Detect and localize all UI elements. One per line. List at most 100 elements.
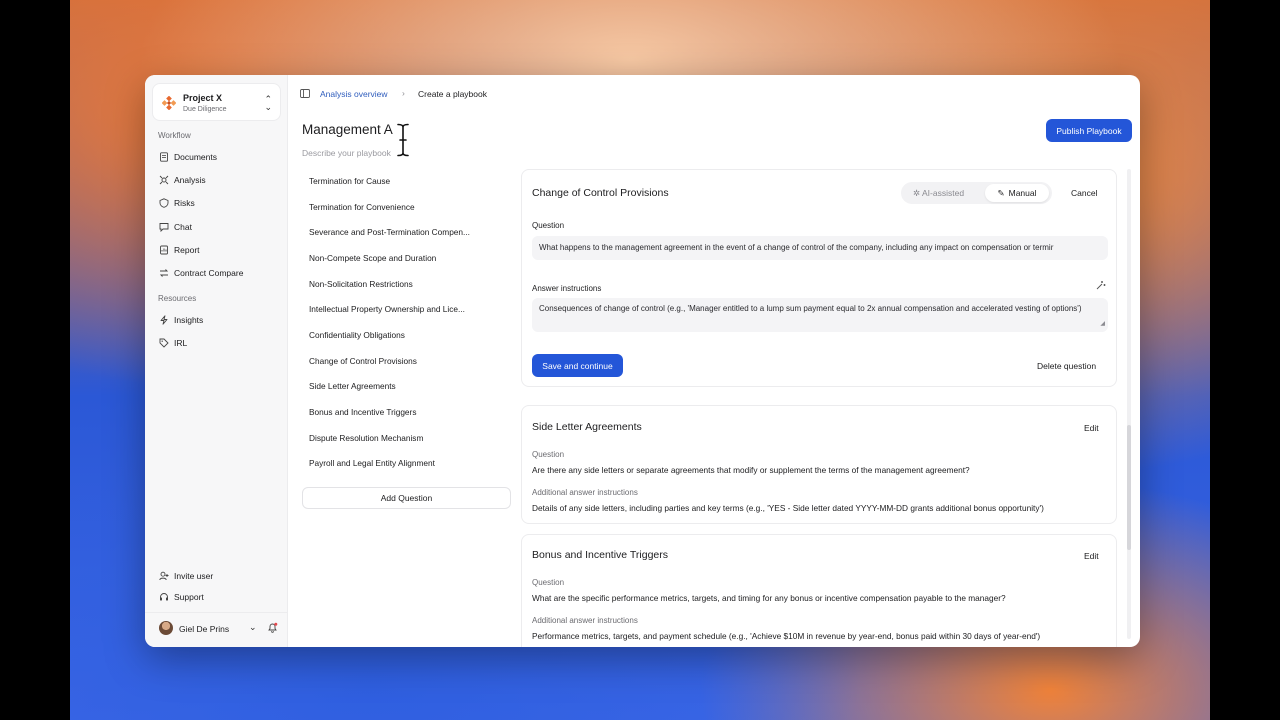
sidebar-toggle-icon[interactable]: [300, 89, 310, 98]
resources-section-label: Resources: [158, 294, 197, 303]
user-menu[interactable]: Giel De Prins ⌄: [153, 618, 280, 638]
card-instructions-label: Additional answer instructions: [532, 616, 638, 625]
edit-button[interactable]: Edit: [1084, 551, 1099, 561]
avatar: [159, 621, 173, 635]
question-list-item[interactable]: Non-Solicitation Restrictions: [302, 271, 512, 297]
mode-manual[interactable]: ✎ Manual: [985, 184, 1049, 202]
text-cursor-icon: [396, 123, 410, 157]
answer-instructions-text: Consequences of change of control (e.g.,…: [539, 304, 1082, 313]
question-list-item[interactable]: Payroll and Legal Entity Alignment: [302, 451, 512, 477]
analysis-icon: [159, 175, 169, 185]
user-name: Giel De Prins: [179, 624, 230, 634]
workflow-section-label: Workflow: [158, 131, 191, 140]
invite-user-icon: [159, 571, 169, 581]
project-name: Project X: [183, 93, 223, 103]
card-instructions-text: Performance metrics, targets, and paymen…: [532, 631, 1041, 641]
question-list-item[interactable]: Side Letter Agreements: [302, 374, 512, 400]
question-list-item[interactable]: Confidentiality Obligations: [302, 322, 512, 348]
edit-button[interactable]: Edit: [1084, 423, 1099, 433]
sidebar: Project X Due Diligence ⌃ ⌄ Workflow Docu…: [145, 75, 288, 647]
tag-icon: [159, 338, 169, 348]
resize-handle-icon[interactable]: ◢: [1100, 319, 1105, 330]
document-icon: [160, 152, 168, 162]
pencil-icon: ✎: [997, 187, 1005, 198]
card-instructions-label: Additional answer instructions: [532, 488, 638, 497]
delete-question-button[interactable]: Delete question: [1037, 361, 1096, 371]
chevron-up-down-icon: ⌃ ⌄: [264, 94, 272, 112]
sidebar-item-label: Contract Compare: [174, 268, 244, 278]
invite-user-label: Invite user: [174, 571, 214, 581]
card-question-text: Are there any side letters or separate a…: [532, 465, 970, 475]
add-question-button[interactable]: Add Question: [302, 487, 511, 509]
question-label: Question: [532, 221, 565, 230]
sidebar-item-documents[interactable]: Documents: [153, 147, 280, 167]
editor-title: Change of Control Provisions: [532, 187, 669, 199]
question-list-item[interactable]: Dispute Resolution Mechanism: [302, 425, 512, 451]
breadcrumb-analysis-overview[interactable]: Analysis overview: [320, 89, 388, 99]
card-title: Bonus and Incentive Triggers: [532, 549, 668, 561]
sidebar-item-label: IRL: [174, 338, 188, 348]
playbook-description-input[interactable]: Describe your playbook: [302, 148, 391, 158]
invite-user-button[interactable]: Invite user: [153, 566, 280, 586]
sidebar-item-label: Analysis: [174, 175, 206, 185]
sidebar-item-contract-compare[interactable]: Contract Compare: [153, 263, 280, 283]
question-list-item[interactable]: Termination for Convenience: [302, 194, 512, 220]
mode-toggle: ✲ AI-assisted ✎ Manual: [901, 182, 1052, 204]
sidebar-item-insights[interactable]: Insights: [153, 310, 280, 330]
sidebar-item-label: Chat: [174, 222, 192, 232]
question-list-item[interactable]: Intellectual Property Ownership and Lice…: [302, 296, 512, 322]
sidebar-item-report[interactable]: Report: [153, 240, 280, 260]
sidebar-item-analysis[interactable]: Analysis: [153, 170, 280, 190]
sidebar-item-label: Insights: [174, 315, 204, 325]
question-list-item[interactable]: Severance and Post-Termination Compen...: [302, 219, 512, 245]
risk-icon: [159, 198, 169, 208]
question-list-item[interactable]: Change of Control Provisions: [302, 348, 512, 374]
breadcrumb-current: Create a playbook: [418, 89, 487, 99]
sidebar-item-irl[interactable]: IRL: [153, 333, 280, 353]
question-cards: Change of Control Provisions ✲ AI-assist…: [521, 169, 1118, 647]
cancel-button[interactable]: Cancel: [1071, 188, 1097, 198]
card-title: Side Letter Agreements: [532, 421, 642, 433]
chat-icon: [159, 223, 169, 232]
app-window: Project X Due Diligence ⌃ ⌄ Workflow Docu…: [145, 75, 1140, 647]
scrollbar-track[interactable]: [1127, 169, 1131, 639]
support-button[interactable]: Support: [153, 587, 280, 607]
chevron-down-icon: ⌄: [249, 622, 257, 632]
project-logo-icon: [162, 96, 176, 110]
save-and-continue-button[interactable]: Save and continue: [532, 354, 623, 377]
headset-icon: [160, 593, 168, 601]
question-list-item[interactable]: Non-Compete Scope and Duration: [302, 245, 512, 271]
card-question-label: Question: [532, 578, 565, 587]
sidebar-item-label: Documents: [174, 152, 217, 162]
answer-instructions-input[interactable]: Consequences of change of control (e.g.,…: [532, 298, 1108, 332]
compare-icon: [159, 269, 169, 277]
playbook-title-input[interactable]: Management A: [302, 122, 393, 137]
sidebar-divider: [145, 612, 288, 613]
sidebar-item-label: Risks: [174, 198, 195, 208]
question-input[interactable]: What happens to the management agreement…: [532, 236, 1108, 260]
answer-instructions-label: Answer instructions: [532, 284, 602, 293]
support-label: Support: [174, 592, 204, 602]
card-question-text: What are the specific performance metric…: [532, 593, 1006, 603]
breadcrumb-separator: ›: [402, 88, 405, 98]
question-card: Bonus and Incentive Triggers Edit Questi…: [521, 534, 1117, 647]
mode-ai-label: AI-assisted: [922, 188, 965, 198]
mode-manual-label: Manual: [1008, 188, 1037, 198]
question-editor-card: Change of Control Provisions ✲ AI-assist…: [521, 169, 1117, 387]
card-question-label: Question: [532, 450, 565, 459]
scrollbar-thumb[interactable]: [1127, 425, 1131, 550]
question-list-item[interactable]: Bonus and Incentive Triggers: [302, 399, 512, 425]
question-card: Side Letter Agreements Edit Question Are…: [521, 405, 1117, 524]
report-icon: [160, 245, 168, 255]
sidebar-item-chat[interactable]: Chat: [153, 217, 280, 237]
project-switcher[interactable]: Project X Due Diligence ⌃ ⌄: [152, 83, 281, 121]
sidebar-item-label: Report: [174, 245, 200, 255]
mode-ai-assisted[interactable]: ✲ AI-assisted: [913, 188, 964, 199]
sidebar-item-risks[interactable]: Risks: [153, 193, 280, 213]
project-subtitle: Due Diligence: [183, 106, 227, 113]
publish-playbook-button[interactable]: Publish Playbook: [1046, 119, 1132, 142]
question-list: Termination for Cause Termination for Co…: [302, 168, 512, 476]
question-list-item[interactable]: Termination for Cause: [302, 168, 512, 194]
magic-wand-icon[interactable]: [1096, 280, 1106, 290]
notification-bell-icon[interactable]: [267, 622, 278, 633]
